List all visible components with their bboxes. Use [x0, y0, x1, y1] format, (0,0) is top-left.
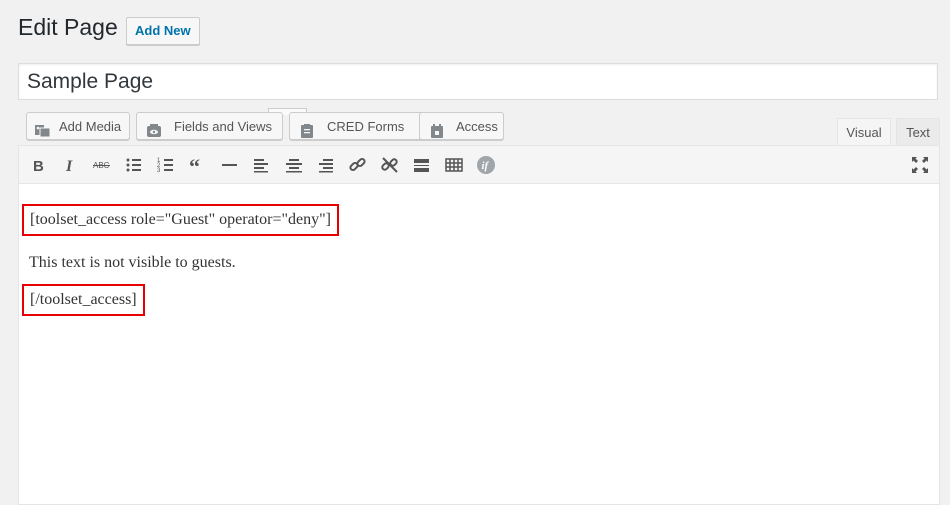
views-icon [147, 120, 161, 137]
editor-content[interactable]: [toolset_access role="Guest" operator="d… [19, 184, 939, 504]
italic-icon[interactable]: I [59, 154, 81, 176]
conditional-output-icon[interactable]: if [475, 154, 497, 176]
shortcode-open-highlight: [toolset_access role="Guest" operator="d… [22, 204, 339, 236]
align-left-icon[interactable] [251, 154, 273, 176]
content-editor: B I ABC 123 “ if [toolset_access role="G… [18, 145, 940, 505]
blockquote-icon[interactable]: “ [187, 154, 209, 176]
shortcode-open: [toolset_access role="Guest" operator="d… [30, 211, 331, 228]
cred-forms-label: CRED Forms [327, 119, 405, 134]
svg-text:I: I [65, 158, 73, 174]
body-text: This text is not visible to guests. [29, 254, 236, 271]
svg-text:“: “ [189, 156, 200, 174]
strikethrough-icon[interactable]: ABC [91, 154, 113, 176]
toolbar-toggle-icon[interactable] [443, 154, 465, 176]
fields-and-views-button[interactable]: Fields and Views [136, 112, 283, 140]
post-title-input[interactable]: Sample Page [18, 63, 938, 100]
access-button[interactable]: Access [419, 112, 504, 140]
editor-toolbar: B I ABC 123 “ if [19, 146, 939, 184]
horizontal-line-icon[interactable] [219, 154, 241, 176]
cred-forms-icon [300, 120, 314, 138]
bulleted-list-icon[interactable] [123, 154, 145, 176]
fields-and-views-label: Fields and Views [174, 119, 273, 134]
add-media-icon [35, 120, 51, 138]
remove-link-icon[interactable] [379, 154, 401, 176]
access-label: Access [456, 119, 498, 134]
numbered-list-icon[interactable]: 123 [155, 154, 177, 176]
tab-text[interactable]: Text [896, 118, 940, 145]
svg-text:3: 3 [157, 168, 161, 174]
shortcode-close: [/toolset_access] [30, 291, 137, 308]
align-right-icon[interactable] [315, 154, 337, 176]
shortcode-close-highlight: [/toolset_access] [22, 284, 145, 316]
align-center-icon[interactable] [283, 154, 305, 176]
insert-link-icon[interactable] [347, 154, 369, 176]
lock-icon [430, 120, 444, 138]
tab-visual[interactable]: Visual [837, 118, 891, 145]
fullscreen-icon[interactable] [909, 154, 931, 176]
bold-icon[interactable]: B [27, 154, 49, 176]
add-media-button[interactable]: Add Media [26, 112, 130, 140]
cred-forms-button[interactable]: CRED Forms [289, 112, 438, 140]
add-media-label: Add Media [59, 119, 122, 134]
svg-text:B: B [33, 158, 44, 174]
add-new-button[interactable]: Add New [126, 17, 200, 45]
read-more-icon[interactable] [411, 154, 433, 176]
page-title: Edit Page [18, 14, 118, 40]
